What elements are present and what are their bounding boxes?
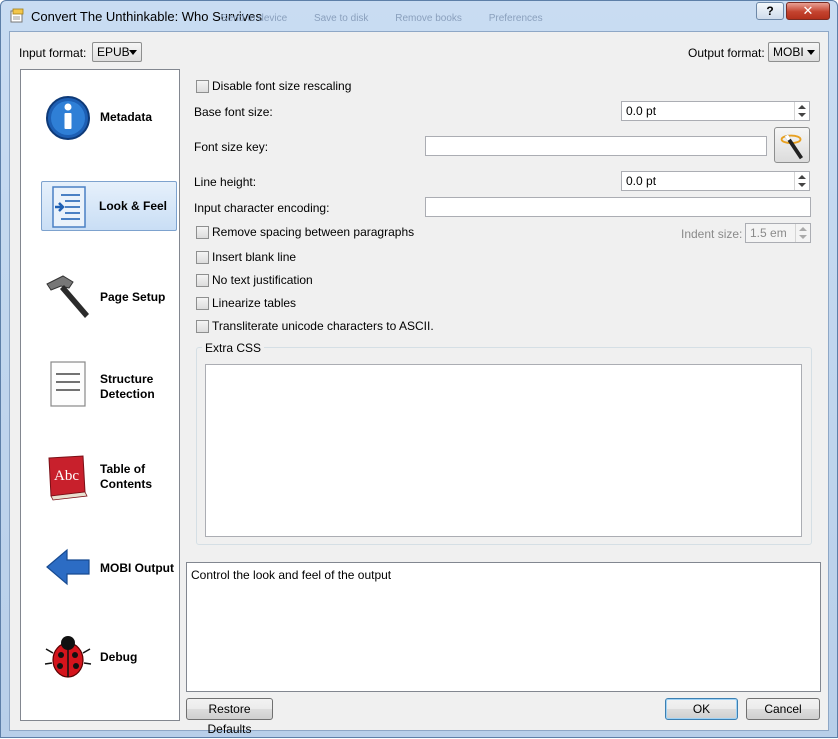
background-toolbar: Send to device Save to disk Remove books…	[221, 13, 567, 24]
remove-spacing-checkbox[interactable]	[196, 226, 209, 239]
disable-rescaling-label: Disable font size rescaling	[212, 79, 352, 93]
chevron-down-icon	[807, 50, 815, 55]
sidebar-item-structure-detection[interactable]: Structure Detection	[43, 360, 179, 410]
input-format-value: EPUB	[97, 45, 130, 59]
blank-line-label: Insert blank line	[212, 250, 297, 264]
font-key-wizard-button[interactable]	[774, 127, 810, 163]
help-text: Control the look and feel of the output	[191, 568, 392, 582]
spin-down-icon	[799, 235, 807, 239]
background-toolbar-item: Send to device	[221, 13, 288, 24]
ladybug-icon	[44, 636, 92, 678]
sidebar-item-look-feel[interactable]: Look & Feel	[41, 181, 177, 231]
sidebar-item-label: Debug	[100, 650, 138, 664]
sidebar-item-label-line: Detection	[100, 387, 155, 401]
input-format-select[interactable]: EPUB	[92, 42, 142, 62]
spin-up-icon	[798, 175, 806, 179]
font-size-key-label: Font size key:	[194, 140, 269, 154]
cancel-button[interactable]: Cancel	[746, 698, 820, 720]
background-toolbar-item: Preferences	[488, 13, 543, 24]
dialog-body: Input format: EPUB Output format: MOBI M…	[9, 31, 829, 736]
restore-defaults-button[interactable]: Restore Defaults	[186, 698, 273, 736]
sidebar-item-label: Metadata	[100, 110, 153, 124]
settings-sidebar: Metadata Look & Feel Page Setup Structur…	[20, 69, 180, 721]
app-icon	[10, 8, 24, 23]
no-justification-checkbox[interactable]	[196, 274, 209, 287]
output-format-label: Output format:	[688, 46, 765, 60]
chevron-down-icon	[129, 50, 137, 55]
look-feel-icon	[52, 186, 86, 228]
title-bar: Convert The Unthinkable: Who Survives Se…	[1, 1, 837, 31]
spin-up-icon	[798, 105, 806, 109]
base-font-label: Base font size:	[194, 105, 273, 119]
abc-book-icon: Abc	[48, 455, 88, 501]
background-toolbar-item: Remove books	[395, 13, 462, 24]
indent-size-spinbox[interactable]: 1.5 em	[745, 223, 811, 243]
sidebar-item-label: Structure Detection	[100, 372, 155, 402]
arrow-left-icon	[46, 548, 90, 586]
close-button[interactable]: ✕	[786, 2, 830, 20]
sidebar-item-label-line: Contents	[100, 477, 152, 491]
sidebar-item-label: MOBI Output	[100, 561, 174, 575]
spin-buttons[interactable]	[795, 224, 810, 242]
line-height-value: 0.0 pt	[626, 174, 657, 188]
indent-size-label: Indent size:	[681, 227, 743, 241]
sidebar-item-label-line: Table of	[100, 462, 146, 476]
dialog-window: Convert The Unthinkable: Who Survives Se…	[0, 0, 838, 738]
sidebar-item-metadata[interactable]: Metadata	[43, 92, 179, 142]
spin-buttons[interactable]	[794, 172, 809, 190]
ok-button[interactable]: OK	[665, 698, 738, 720]
base-font-value: 0.0 pt	[626, 104, 657, 118]
output-format-value: MOBI	[773, 45, 804, 59]
line-height-label: Line height:	[194, 175, 257, 189]
info-icon	[46, 96, 90, 140]
spin-down-icon	[798, 183, 806, 187]
linearize-tables-checkbox[interactable]	[196, 297, 209, 310]
sidebar-item-label: Table of Contents	[100, 462, 152, 492]
spin-buttons[interactable]	[794, 102, 809, 120]
help-button[interactable]: ?	[756, 2, 784, 20]
remove-spacing-label: Remove spacing between paragraphs	[212, 225, 415, 239]
sidebar-item-page-setup[interactable]: Page Setup	[43, 270, 179, 320]
no-justification-label: No text justification	[212, 273, 313, 287]
help-text-box: Control the look and feel of the output	[186, 562, 821, 692]
sidebar-item-debug[interactable]: Debug	[43, 631, 179, 681]
background-toolbar-item: Save to disk	[313, 13, 369, 24]
disable-rescaling-checkbox[interactable]	[196, 80, 209, 93]
sidebar-item-label: Page Setup	[100, 290, 166, 304]
sidebar-item-table-of-contents[interactable]: Abc Table of Contents	[43, 452, 179, 502]
sidebar-item-label-line: Structure	[100, 372, 154, 386]
sidebar-item-mobi-output[interactable]: MOBI Output	[43, 542, 179, 592]
base-font-spinbox[interactable]: 0.0 pt	[621, 101, 810, 121]
extra-css-editor[interactable]	[205, 364, 802, 537]
spin-down-icon	[798, 113, 806, 117]
document-lines-icon	[50, 361, 86, 407]
spin-up-icon	[799, 227, 807, 231]
transliterate-label: Transliterate unicode characters to ASCI…	[212, 319, 434, 333]
input-format-label: Input format:	[19, 46, 87, 60]
encoding-label: Input character encoding:	[194, 201, 330, 215]
svg-text:Abc: Abc	[54, 468, 79, 484]
line-height-spinbox[interactable]: 0.0 pt	[621, 171, 810, 191]
encoding-input[interactable]	[425, 197, 811, 217]
linearize-tables-label: Linearize tables	[212, 296, 297, 310]
output-format-select[interactable]: MOBI	[768, 42, 820, 62]
sidebar-item-label: Look & Feel	[99, 199, 168, 213]
blank-line-checkbox[interactable]	[196, 251, 209, 264]
hammer-icon	[46, 275, 89, 318]
font-size-key-input[interactable]	[425, 136, 767, 156]
extra-css-label: Extra CSS	[202, 341, 265, 355]
indent-size-value: 1.5 em	[750, 226, 787, 240]
magic-wand-icon	[780, 134, 804, 160]
transliterate-checkbox[interactable]	[196, 320, 209, 333]
